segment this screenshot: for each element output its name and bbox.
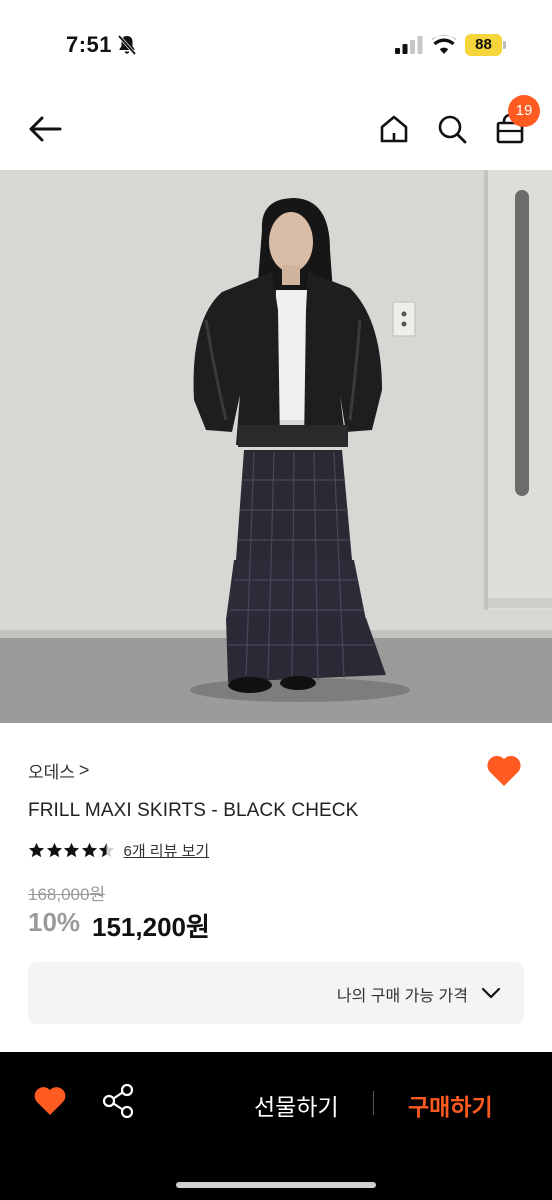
battery-tip — [503, 41, 506, 49]
half-star-icon — [98, 842, 115, 858]
share-icon[interactable] — [100, 1082, 136, 1120]
divider — [373, 1091, 374, 1115]
wishlist-heart-icon[interactable] — [486, 754, 522, 788]
star-icon — [28, 842, 45, 858]
gift-button[interactable]: 선물하기 — [254, 1088, 339, 1122]
star-icon — [46, 842, 62, 858]
buy-button[interactable]: 구매하기 — [408, 1088, 493, 1122]
status-bar: 7:51 88 — [0, 0, 552, 90]
star-icon — [63, 842, 80, 858]
chevron-down-icon — [481, 987, 501, 999]
brand-chevron: > — [78, 760, 90, 780]
status-time: 7:51 — [66, 32, 113, 57]
back-button[interactable] — [24, 108, 66, 150]
star-rating — [28, 842, 116, 859]
sale-price: 151,200원 — [92, 912, 210, 942]
search-button[interactable] — [432, 108, 472, 150]
heart-icon[interactable] — [33, 1085, 67, 1117]
review-link[interactable]: 6개 리뷰 보기 — [124, 840, 210, 861]
home-indicator[interactable] — [176, 1182, 376, 1188]
product-image[interactable] — [0, 170, 552, 723]
discount-rate: 10% — [28, 907, 81, 937]
my-price-dropdown[interactable]: 나의 구매 가능 가격 — [28, 962, 524, 1024]
brand-name: 오데스 — [28, 763, 75, 782]
cart-count-badge: 19 — [508, 95, 540, 127]
product-photo-illustration — [0, 170, 552, 723]
star-icon — [81, 842, 97, 858]
bell-muted-icon — [117, 34, 137, 56]
brand-link[interactable]: 오데스 > — [28, 758, 89, 783]
battery-level: 88 — [465, 34, 502, 56]
product-title: FRILL MAXI SKIRTS - BLACK CHECK — [28, 800, 359, 821]
top-nav — [0, 90, 552, 170]
rating-row: 6개 리뷰 보기 — [28, 840, 209, 861]
home-icon — [380, 115, 408, 143]
original-price: 168,000원 — [28, 885, 106, 904]
home-button[interactable] — [374, 108, 414, 150]
bottom-action-bar: 선물하기 구매하기 — [0, 1052, 552, 1200]
my-price-label: 나의 구매 가능 가격 — [336, 988, 468, 1005]
search-icon — [438, 115, 467, 144]
wifi-icon — [431, 35, 457, 54]
back-arrow-icon — [29, 116, 62, 142]
cellular-signal-icon — [395, 36, 423, 54]
